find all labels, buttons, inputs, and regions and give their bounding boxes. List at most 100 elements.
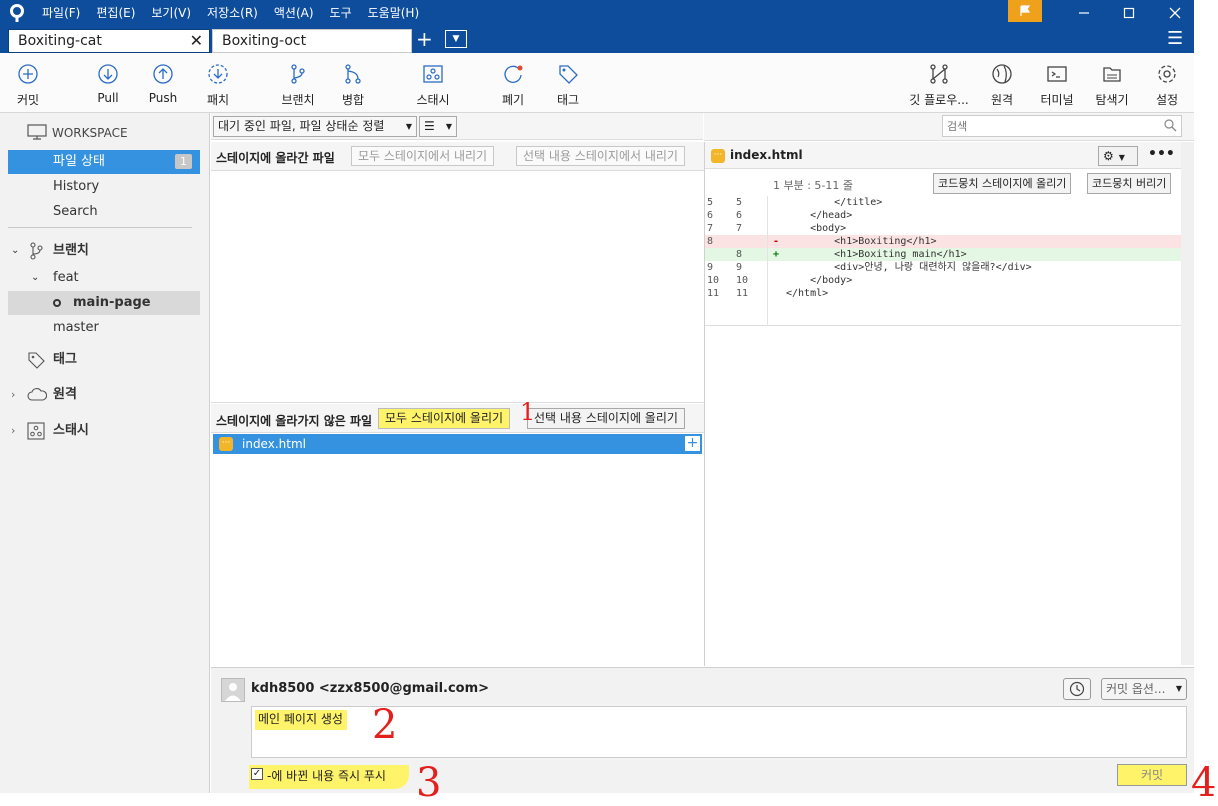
pull-arrow-down-icon (78, 61, 138, 87)
settings-label: 설정 (1155, 93, 1179, 107)
sidebar-workspace-header: WORKSPACE (8, 121, 200, 145)
stage-all-button[interactable]: 모두 스테이지에 올리기 (378, 408, 511, 429)
diff-scrollbar[interactable] (1181, 142, 1194, 665)
flag-icon[interactable] (1008, 0, 1042, 22)
discard-hunk-button[interactable]: 코드뭉치 버리기 (1087, 173, 1172, 194)
tag-toolbar-button[interactable]: 태그 (538, 61, 598, 108)
diff-line: 10 10 </body> (705, 274, 1181, 287)
stage-selected-button[interactable]: 선택 내용 스테이지에 올리기 (527, 408, 685, 429)
unstaged-files-header: 스테이지에 올라가지 않은 파일 모두 스테이지에 올리기 선택 내용 스테이지… (211, 404, 704, 433)
new-line-number: 6 (736, 210, 743, 221)
tag-label: 태그 (556, 93, 580, 107)
terminal-toolbar-button[interactable]: 터미널 (1027, 61, 1087, 108)
explorer-label: 탐색기 (1095, 93, 1129, 107)
sidebar-item-main-page[interactable]: main-page (8, 291, 200, 315)
git-flow-toolbar-button[interactable]: 깃 플로우... (909, 61, 969, 108)
chevron-down-icon[interactable]: ⌄ (31, 266, 39, 290)
new-tab-plus-icon[interactable]: + (416, 27, 433, 51)
settings-toolbar-button[interactable]: 설정 (1137, 61, 1197, 108)
patch-icon (188, 61, 248, 87)
push-immediately-checkbox[interactable]: ✓ (251, 768, 263, 780)
stage-hunk-button[interactable]: 코드뭉치 스테이지에 올리기 (933, 173, 1072, 194)
diff-line: 5 5 </title> (705, 196, 1181, 209)
unstaged-title: 스테이지에 올라가지 않은 파일 (216, 414, 373, 428)
chevron-right-icon[interactable]: › (11, 383, 15, 407)
new-line-number: 7 (736, 223, 743, 234)
stage-file-plus-icon[interactable]: + (685, 436, 700, 451)
commit-button[interactable]: 커밋 (1117, 764, 1187, 786)
search-icon[interactable] (1163, 118, 1177, 135)
dropdown-arrow-icon: ▼ (445, 122, 452, 131)
pull-label: Pull (97, 91, 119, 105)
merge-label: 병합 (341, 93, 365, 107)
menu-repository[interactable]: 저장소(R) (199, 0, 266, 26)
hamburger-menu-icon[interactable]: ☰ (1167, 28, 1183, 49)
sidebar-branches-header[interactable]: ⌄ 브랜치 (8, 239, 200, 263)
sidebar-remotes-header[interactable]: › 원격 (8, 383, 200, 407)
maximize-icon[interactable] (1106, 0, 1152, 26)
history-label: History (53, 179, 100, 194)
discard-toolbar-button[interactable]: 폐기 (483, 61, 543, 108)
diff-header: ··· index.html ⚙ ▼ ••• (705, 142, 1194, 169)
search-box[interactable] (942, 115, 1182, 137)
cloud-icon (27, 387, 48, 411)
commit-toolbar-button[interactable]: 커밋 (0, 61, 58, 108)
menu-tools[interactable]: 도구 (322, 0, 360, 26)
sidebar-item-feat[interactable]: ⌄ feat (8, 266, 200, 290)
discard-label: 폐기 (501, 93, 525, 107)
tab-list-dropdown-icon[interactable]: ▼ (445, 30, 467, 48)
unstage-all-button[interactable]: 모두 스테이지에서 내리기 (351, 146, 495, 166)
sidebar-item-search[interactable]: Search (8, 200, 200, 224)
menu-file[interactable]: 파일(F) (34, 0, 88, 26)
branch-toolbar-button[interactable]: 브랜치 (268, 61, 328, 108)
avatar (221, 678, 245, 702)
diff-options-dropdown[interactable]: ⚙ ▼ (1098, 146, 1138, 166)
old-line-number: 8 (707, 236, 714, 247)
unstage-selected-button[interactable]: 선택 내용 스테이지에서 내리기 (516, 146, 685, 166)
close-tab-icon[interactable]: ✕ (190, 30, 203, 52)
diff-gutter-divider (767, 196, 768, 326)
view-mode-dropdown[interactable]: ☰ ▼ (419, 116, 457, 137)
commit-history-clock-icon[interactable] (1063, 678, 1091, 700)
stash-toolbar-button[interactable]: 스태시 (403, 61, 463, 108)
staged-title: 스테이지에 올라간 파일 (216, 151, 335, 165)
close-window-icon[interactable] (1152, 0, 1198, 26)
sidebar-item-master[interactable]: master (8, 316, 200, 340)
diff-line: 8 + <h1>Boxiting main</h1> (705, 248, 1181, 261)
patch-toolbar-button[interactable]: 패치 (188, 61, 248, 108)
menu-actions[interactable]: 액션(A) (266, 0, 322, 26)
commit-area: kdh8500 <zzx8500@gmail.com> 커밋 옵션... ▼ 메인… (211, 667, 1194, 793)
sidebar-stashes-header[interactable]: › 스태시 (8, 419, 200, 443)
new-line-number: 10 (736, 275, 749, 286)
menu-view[interactable]: 보기(V) (143, 0, 199, 26)
diff-sign: + (773, 249, 780, 260)
commit-options-label: 커밋 옵션... (1106, 682, 1166, 696)
commit-label: 커밋 (16, 93, 40, 107)
sourcetree-logo-icon (0, 0, 34, 26)
push-toolbar-button[interactable]: Push (133, 61, 193, 105)
merge-toolbar-button[interactable]: 병합 (323, 61, 383, 108)
chevron-down-icon[interactable]: ⌄ (11, 239, 19, 263)
pane-divider (704, 142, 705, 666)
sort-dropdown[interactable]: 대기 중인 파일, 파일 상태순 정렬 ▼ (213, 116, 417, 137)
pull-toolbar-button[interactable]: Pull (78, 61, 138, 105)
tab-label: Boxiting-oct (222, 33, 307, 49)
explorer-toolbar-button[interactable]: 탐색기 (1082, 61, 1142, 108)
menu-help[interactable]: 도움말(H) (360, 0, 428, 26)
remote-toolbar-button[interactable]: 원격 (972, 61, 1032, 108)
menu-edit[interactable]: 편집(E) (88, 0, 143, 26)
tab-boxiting-cat[interactable]: Boxiting-cat ✕ (8, 29, 210, 53)
search-input[interactable] (947, 118, 1147, 134)
file-row-index-html[interactable]: ··· index.html + (213, 434, 702, 454)
sidebar-tags-header[interactable]: 태그 (8, 348, 200, 372)
remotes-label: 원격 (53, 387, 77, 402)
sidebar-item-file-status[interactable]: 파일 상태 1 (8, 150, 200, 174)
chevron-right-icon[interactable]: › (11, 419, 15, 443)
tab-boxiting-oct[interactable]: Boxiting-oct (212, 29, 412, 53)
code-text: </html> (786, 288, 829, 299)
more-options-icon[interactable]: ••• (1148, 146, 1175, 162)
file-name: index.html (242, 437, 306, 451)
commit-options-dropdown[interactable]: 커밋 옵션... ▼ (1101, 678, 1187, 700)
sidebar-item-history[interactable]: History (8, 175, 200, 199)
minimize-icon[interactable] (1061, 0, 1107, 26)
